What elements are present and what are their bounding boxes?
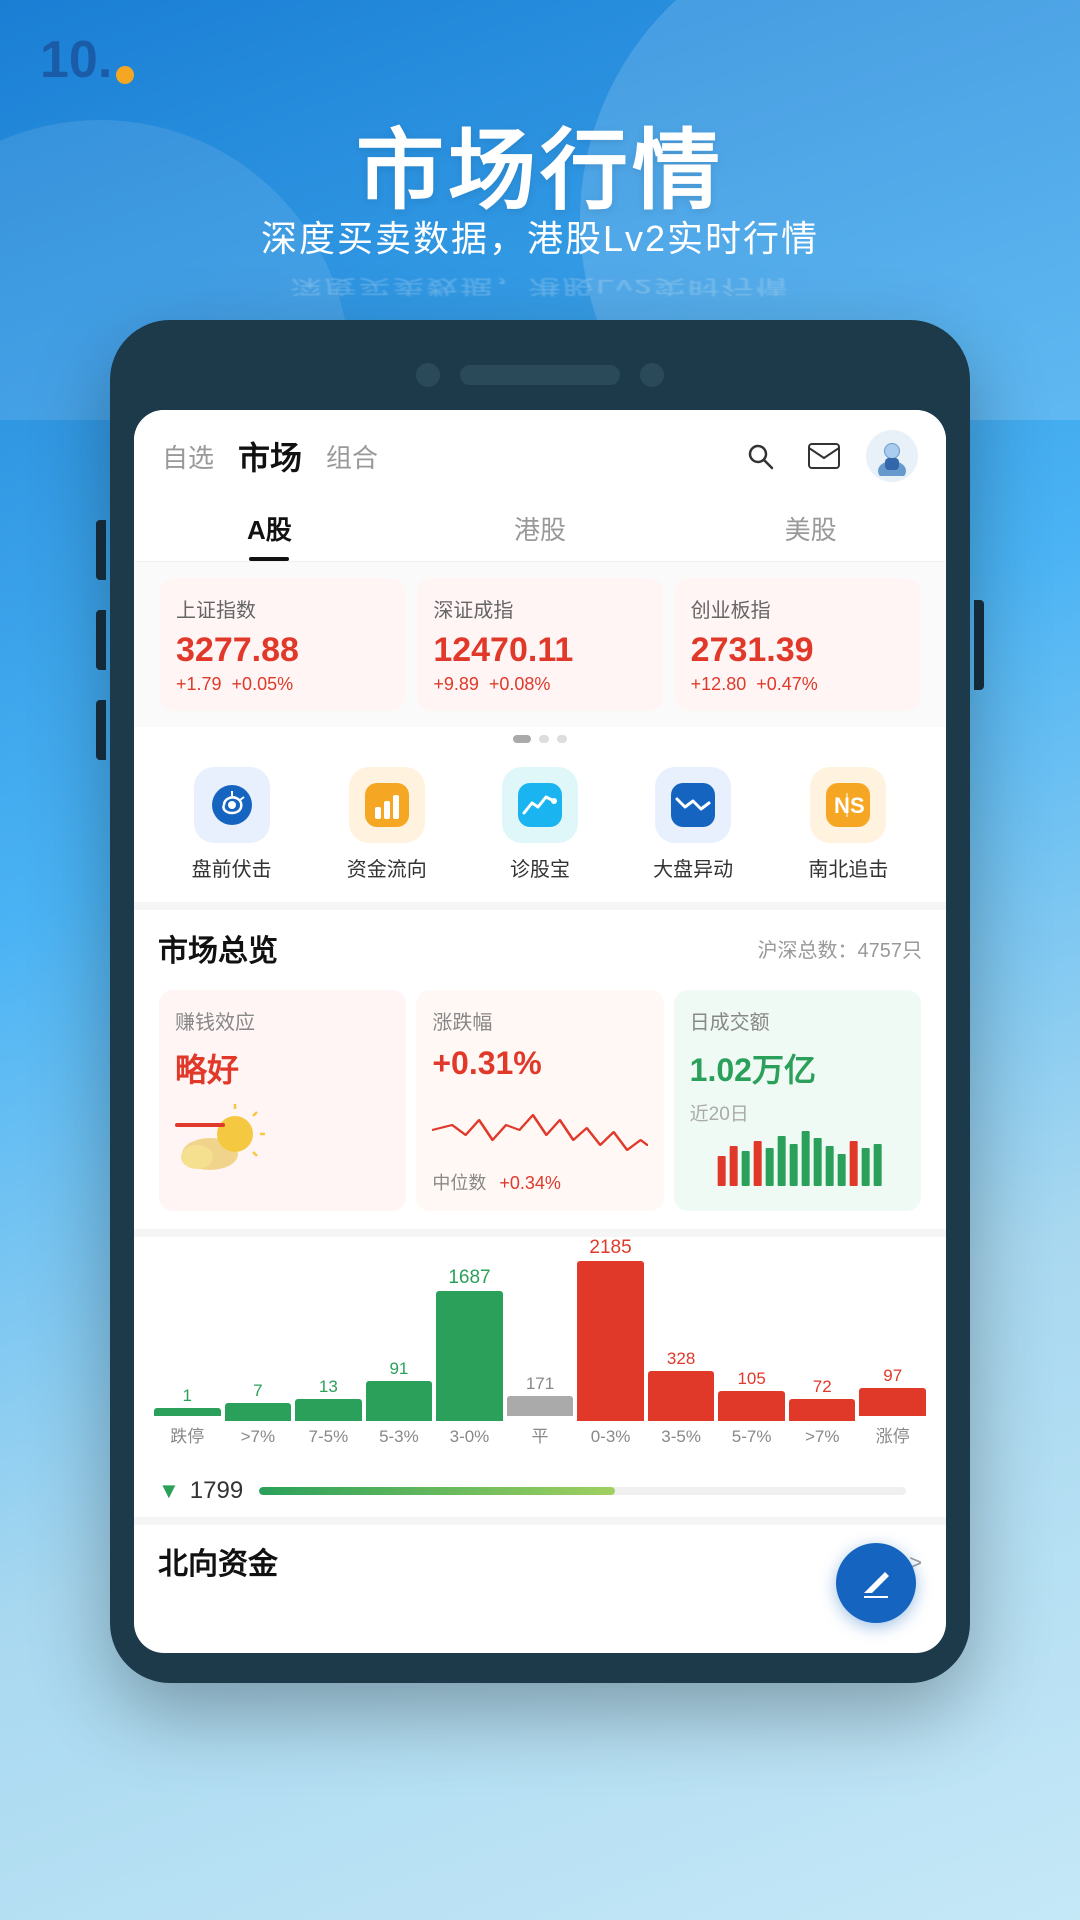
- search-icon[interactable]: [738, 434, 782, 478]
- phone-button-left1: [96, 520, 106, 580]
- down-arrow-icon: ▼: [158, 1478, 180, 1504]
- market-overview-title: 市场总览: [158, 926, 278, 970]
- index-change-sh: +1.79 +0.05%: [176, 674, 389, 695]
- index-card-sz[interactable]: 深证成指 12470.11 +9.89 +0.08%: [417, 578, 662, 711]
- money-effect-title: 赚钱效应: [175, 1006, 390, 1035]
- app-header: 自选 市场 组合: [134, 410, 946, 496]
- volume-bar-chart: [690, 1126, 905, 1186]
- index-card-sh[interactable]: 上证指数 3277.88 +1.79 +0.05%: [160, 578, 405, 711]
- phone-speaker: [460, 365, 620, 385]
- version-dot: [116, 66, 134, 84]
- tab-market[interactable]: 市场: [238, 433, 302, 479]
- bar-item-5-7-up: 105 5-7%: [718, 1369, 785, 1447]
- front-camera: [416, 363, 440, 387]
- header-icons: [738, 430, 918, 482]
- tab-portfolio[interactable]: 组合: [326, 438, 378, 475]
- sub-tabs: A股 港股 美股: [134, 496, 946, 562]
- tool-label-panqian: 盘前伏击: [192, 853, 272, 882]
- phone-button-left2: [96, 610, 106, 670]
- carousel-dots: [134, 727, 946, 751]
- phone-frame: 自选 市场 组合: [110, 320, 970, 1683]
- tool-label-dapan: 大盘异动: [653, 853, 733, 882]
- tool-zhengu[interactable]: 诊股宝: [502, 767, 578, 882]
- change-value: +0.31%: [432, 1045, 647, 1082]
- phone-screen: 自选 市场 组合: [134, 410, 946, 1653]
- north-fund-title: 北向资金: [158, 1539, 278, 1583]
- index-value-cy: 2731.39: [691, 631, 904, 670]
- bar-item-7-5: 13 7-5%: [295, 1377, 362, 1447]
- phone-notch: [134, 350, 946, 400]
- index-value-sh: 3277.88: [176, 631, 389, 670]
- fab-write-button[interactable]: [836, 1543, 916, 1623]
- tool-nanbei[interactable]: N S 南北追击: [808, 767, 888, 882]
- volume-sub: 近20日: [690, 1099, 905, 1126]
- money-effect-value: 略好: [175, 1045, 390, 1091]
- phone-button-left3: [96, 700, 106, 760]
- index-name-cy: 创业板指: [691, 594, 904, 623]
- progress-fill: [259, 1487, 615, 1495]
- index-change-sz: +9.89 +0.08%: [433, 674, 646, 695]
- phone-mockup: 自选 市场 组合: [110, 320, 970, 1683]
- subtab-us-shares[interactable]: 美股: [675, 496, 946, 561]
- hero-title: 市场行情: [0, 100, 1080, 227]
- tab-watchlist[interactable]: 自选: [162, 438, 214, 475]
- bar-chart-container: 1 跌停 7 >7% 13 7-5% 91: [154, 1247, 926, 1447]
- dot-3: [557, 735, 567, 743]
- north-fund-section: 北向资金 明细 >: [134, 1517, 946, 1593]
- index-name-sz: 深证成指: [433, 594, 646, 623]
- svg-text:S: S: [850, 793, 865, 818]
- mini-line-chart: [432, 1090, 647, 1160]
- index-card-cy[interactable]: 创业板指 2731.39 +12.80 +0.47%: [675, 578, 920, 711]
- avatar[interactable]: [866, 430, 918, 482]
- market-card-change[interactable]: 涨跌幅 +0.31% 中位数 +0.34%: [416, 990, 663, 1211]
- market-meta: 沪深总数：4757只: [758, 934, 923, 963]
- tool-label-capital: 资金流向: [347, 853, 427, 882]
- hero-subtitle-reflection: 深度买卖数据，港股Lv2实时行情: [0, 274, 1080, 302]
- tool-label-nanbei: 南北追击: [808, 853, 888, 882]
- bar-item-3-5-up: 328 3-5%: [648, 1349, 715, 1447]
- bar-item-gt7: 7 >7%: [225, 1381, 292, 1447]
- dot-1: [513, 735, 531, 743]
- tool-panqian[interactable]: 盘前伏击: [192, 767, 272, 882]
- bar-item-gt7-up: 72 >7%: [789, 1377, 856, 1447]
- bar-item-diting: 1 跌停: [154, 1386, 221, 1447]
- market-overview-header: 市场总览 沪深总数：4757只: [134, 902, 946, 980]
- tool-icons: 盘前伏击 资金流向: [134, 751, 946, 902]
- change-sub-value: +0.34%: [499, 1173, 561, 1193]
- volume-title: 日成交额: [690, 1006, 905, 1035]
- bar-item-3-0: 1687 3-0%: [436, 1267, 503, 1447]
- index-change-cy: +12.80 +0.47%: [691, 674, 904, 695]
- tool-capital[interactable]: 资金流向: [347, 767, 427, 882]
- front-sensor: [640, 363, 664, 387]
- distribution-chart: 1 跌停 7 >7% 13 7-5% 91: [134, 1229, 946, 1463]
- index-value-sz: 12470.11: [433, 631, 646, 670]
- mail-icon[interactable]: [802, 434, 846, 478]
- market-card-volume[interactable]: 日成交额 1.02万亿 近20日: [674, 990, 921, 1211]
- hero-subtitle: 深度买卖数据，港股Lv2实时行情: [0, 210, 1080, 262]
- volume-value: 1.02万亿: [690, 1045, 905, 1091]
- dot-2: [539, 735, 549, 743]
- tool-dapan[interactable]: 大盘异动: [653, 767, 733, 882]
- subtab-a-shares[interactable]: A股: [134, 496, 405, 561]
- tool-label-zhengu: 诊股宝: [510, 853, 570, 882]
- bar-item-0-3-up: 2185 0-3%: [577, 1237, 644, 1447]
- phone-button-right: [974, 600, 984, 690]
- change-sub-label: 中位数: [432, 1173, 486, 1193]
- index-cards: 上证指数 3277.88 +1.79 +0.05% 深证成指 12470.11 …: [134, 562, 946, 727]
- version-badge: 10.: [40, 30, 134, 90]
- market-progress-bar: [259, 1487, 906, 1495]
- change-title: 涨跌幅: [432, 1006, 647, 1035]
- bar-item-5-3: 91 5-3%: [366, 1359, 433, 1447]
- subtab-hk-shares[interactable]: 港股: [405, 496, 676, 561]
- bar-item-zhangting: 97 涨停: [859, 1366, 926, 1447]
- main-nav: 自选 市场 组合: [162, 433, 378, 479]
- market-cards: 赚钱效应 略好: [134, 980, 946, 1227]
- bottom-indicator-bar: ▼ 1799: [134, 1465, 946, 1517]
- market-card-money-effect[interactable]: 赚钱效应 略好: [159, 990, 406, 1211]
- index-name-sh: 上证指数: [176, 594, 389, 623]
- bar-item-flat: 171 平: [507, 1374, 574, 1447]
- down-value: 1799: [190, 1477, 243, 1505]
- fab-container: [134, 1593, 946, 1653]
- down-indicator: ▼ 1799: [158, 1477, 243, 1505]
